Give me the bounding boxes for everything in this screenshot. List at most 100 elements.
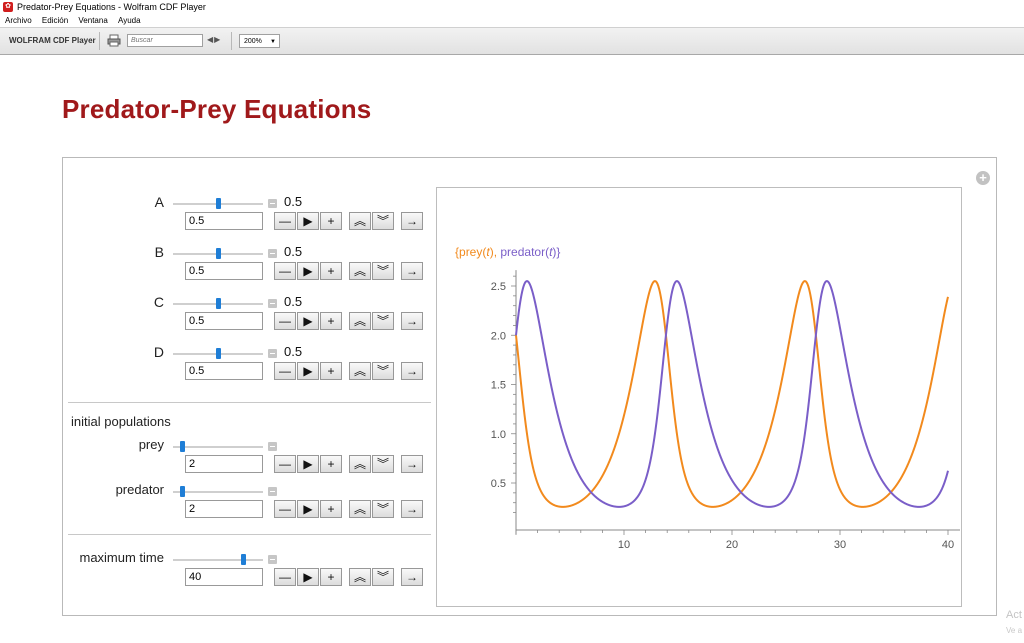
slider-track — [173, 559, 263, 561]
x-tick-label: 30 — [834, 539, 846, 551]
prey-decrement-button[interactable]: — — [274, 455, 296, 473]
predator-faster-button[interactable]: ︽ — [349, 500, 371, 518]
predator-decrement-button[interactable]: — — [274, 500, 296, 518]
param-b-play-button[interactable]: ▶ — [297, 262, 319, 280]
param-c-decrement-button[interactable]: — — [274, 312, 296, 330]
param-c-input[interactable] — [185, 312, 263, 330]
max-time-toggle-icon[interactable] — [268, 555, 277, 564]
watermark-subtext: Ve a — [1006, 626, 1023, 635]
y-tick-label: 2.5 — [491, 281, 506, 293]
param-b-direction-button[interactable]: → — [401, 262, 423, 280]
slider-thumb[interactable] — [180, 441, 185, 452]
predator-slower-button[interactable]: ︾ — [372, 500, 394, 518]
watermark-text: Act — [1006, 609, 1022, 621]
predator-increment-button[interactable]: + — [320, 500, 342, 518]
param-c-slider[interactable] — [173, 298, 263, 309]
param-d-toggle-icon[interactable] — [268, 349, 277, 358]
slider-thumb[interactable] — [216, 298, 221, 309]
slider-thumb[interactable] — [216, 248, 221, 259]
param-c-faster-button[interactable]: ︽ — [349, 312, 371, 330]
divider — [68, 534, 431, 535]
param-b-faster-button[interactable]: ︽ — [349, 262, 371, 280]
slider-thumb[interactable] — [241, 554, 246, 565]
max-time-slider[interactable] — [173, 554, 263, 565]
param-b-slider[interactable] — [173, 248, 263, 259]
param-d-faster-button[interactable]: ︽ — [349, 362, 371, 380]
param-b-value: 0.5 — [284, 244, 303, 259]
param-a-input[interactable] — [185, 212, 263, 230]
max-time-slower-button[interactable]: ︾ — [372, 568, 394, 586]
param-b-slower-button[interactable]: ︾ — [372, 262, 394, 280]
param-d-slider[interactable] — [173, 348, 263, 359]
max-time-faster-button[interactable]: ︽ — [349, 568, 371, 586]
menu-ventana[interactable]: Ventana — [78, 16, 107, 25]
param-a-play-button[interactable]: ▶ — [297, 212, 319, 230]
param-b-decrement-button[interactable]: — — [274, 262, 296, 280]
slider-thumb[interactable] — [180, 486, 185, 497]
param-b-label: B — [154, 244, 164, 260]
toolbar-separator — [231, 32, 232, 50]
param-a-slower-button[interactable]: ︾ — [372, 212, 394, 230]
slider-thumb[interactable] — [216, 348, 221, 359]
x-tick-label: 10 — [618, 539, 630, 551]
param-b-input[interactable] — [185, 262, 263, 280]
prey-slider[interactable] — [173, 441, 263, 452]
param-a-slider[interactable] — [173, 198, 263, 209]
prey-faster-button[interactable]: ︽ — [349, 455, 371, 473]
prey-play-button[interactable]: ▶ — [297, 455, 319, 473]
prey-direction-button[interactable]: → — [401, 455, 423, 473]
predator-series-line — [515, 280, 949, 508]
y-tick-label: 2.0 — [491, 330, 506, 342]
predator-direction-button[interactable]: → — [401, 500, 423, 518]
param-a-faster-button[interactable]: ︽ — [349, 212, 371, 230]
nav-arrows[interactable]: ◀▶ — [207, 35, 221, 44]
max-time-direction-button[interactable]: → — [401, 568, 423, 586]
param-d-direction-button[interactable]: → — [401, 362, 423, 380]
chevron-down-icon: ▼ — [270, 39, 276, 45]
param-d-slower-button[interactable]: ︾ — [372, 362, 394, 380]
param-b-toggle-icon[interactable] — [268, 249, 277, 258]
param-a-decrement-button[interactable]: — — [274, 212, 296, 230]
param-c-toggle-icon[interactable] — [268, 299, 277, 308]
prey-toggle-icon[interactable] — [268, 442, 277, 451]
search-input[interactable] — [127, 34, 203, 47]
menu-archivo[interactable]: Archivo — [5, 16, 32, 25]
param-c-increment-button[interactable]: + — [320, 312, 342, 330]
param-c-slower-button[interactable]: ︾ — [372, 312, 394, 330]
param-d-input[interactable] — [185, 362, 263, 380]
zoom-select[interactable]: 200% ▼ — [239, 34, 280, 48]
param-a-direction-button[interactable]: → — [401, 212, 423, 230]
max-time-increment-button[interactable]: + — [320, 568, 342, 586]
slider-thumb[interactable] — [216, 198, 221, 209]
param-a-toggle-icon[interactable] — [268, 199, 277, 208]
param-d-decrement-button[interactable]: — — [274, 362, 296, 380]
predator-slider[interactable] — [173, 486, 263, 497]
predator-play-button[interactable]: ▶ — [297, 500, 319, 518]
param-c-play-button[interactable]: ▶ — [297, 312, 319, 330]
param-d-increment-button[interactable]: + — [320, 362, 342, 380]
title-bar: ✿ Predator-Prey Equations - Wolfram CDF … — [0, 0, 1024, 14]
max-time-decrement-button[interactable]: — — [274, 568, 296, 586]
plus-icon[interactable]: + — [976, 171, 990, 185]
param-c-direction-button[interactable]: → — [401, 312, 423, 330]
menu-ayuda[interactable]: Ayuda — [118, 16, 141, 25]
predator-toggle-icon[interactable] — [268, 487, 277, 496]
max-time-label: maximum time — [79, 550, 164, 565]
plot-title: {prey(t), predator(t)} — [455, 245, 560, 259]
zoom-value: 200% — [244, 38, 262, 45]
max-time-play-button[interactable]: ▶ — [297, 568, 319, 586]
predator-input[interactable] — [185, 500, 263, 518]
param-b-increment-button[interactable]: + — [320, 262, 342, 280]
x-tick-label: 40 — [942, 539, 954, 551]
menu-edicion[interactable]: Edición — [42, 16, 68, 25]
prey-input[interactable] — [185, 455, 263, 473]
max-time-input[interactable] — [185, 568, 263, 586]
param-a-increment-button[interactable]: + — [320, 212, 342, 230]
print-icon[interactable] — [107, 34, 121, 47]
param-d-play-button[interactable]: ▶ — [297, 362, 319, 380]
menu-bar: Archivo Edición Ventana Ayuda — [0, 14, 1024, 27]
prey-slower-button[interactable]: ︾ — [372, 455, 394, 473]
param-d-value: 0.5 — [284, 344, 303, 359]
prey-increment-button[interactable]: + — [320, 455, 342, 473]
y-tick-label: 1.0 — [491, 429, 506, 441]
